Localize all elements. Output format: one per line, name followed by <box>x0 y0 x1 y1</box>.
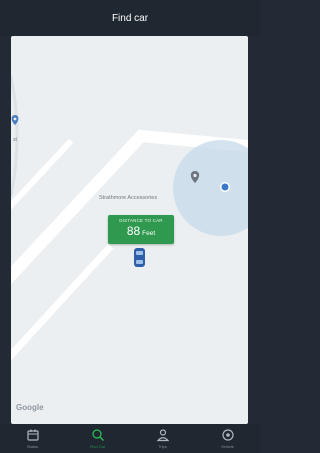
nav-item-vehicle[interactable]: Vehicle <box>195 424 260 453</box>
road-upper <box>11 138 74 210</box>
road-edge <box>11 75 19 197</box>
location-accuracy-circle <box>173 140 248 236</box>
nav-label: Vehicle <box>221 444 234 449</box>
distance-value-row: 88 Feet <box>108 224 174 241</box>
distance-badge: DISTANCE TO CAR 88 Feet <box>108 215 174 244</box>
nav-item-status[interactable]: Status <box>0 424 65 453</box>
nav-label: Status <box>26 444 39 449</box>
distance-unit: Feet <box>142 230 156 237</box>
bottom-nav: Status Find Car Trips Vehicle <box>0 424 260 453</box>
page-title: Find car <box>111 12 149 24</box>
car-icon[interactable] <box>134 248 145 267</box>
title-bar: Find car <box>0 0 260 36</box>
user-location-icon <box>221 183 229 191</box>
person-icon <box>156 429 169 442</box>
settings-icon <box>221 429 234 441</box>
calendar-icon <box>26 429 39 441</box>
place-label[interactable]: Strathmore Accessories <box>99 195 157 201</box>
nav-item-find-car[interactable]: Find Car <box>65 424 130 453</box>
nav-item-trips[interactable]: Trips <box>130 424 195 453</box>
search-icon <box>91 429 104 441</box>
google-attribution: Google <box>16 403 44 412</box>
distance-value: 88 <box>126 224 141 238</box>
nav-label: Trips <box>158 444 167 449</box>
edge-place-label: st <box>13 137 17 143</box>
map-view[interactable]: st Strathmore Accessories DISTANCE TO CA… <box>11 36 248 424</box>
distance-caption: DISTANCE TO CAR <box>119 218 163 223</box>
nav-label: Find Car <box>89 444 106 449</box>
